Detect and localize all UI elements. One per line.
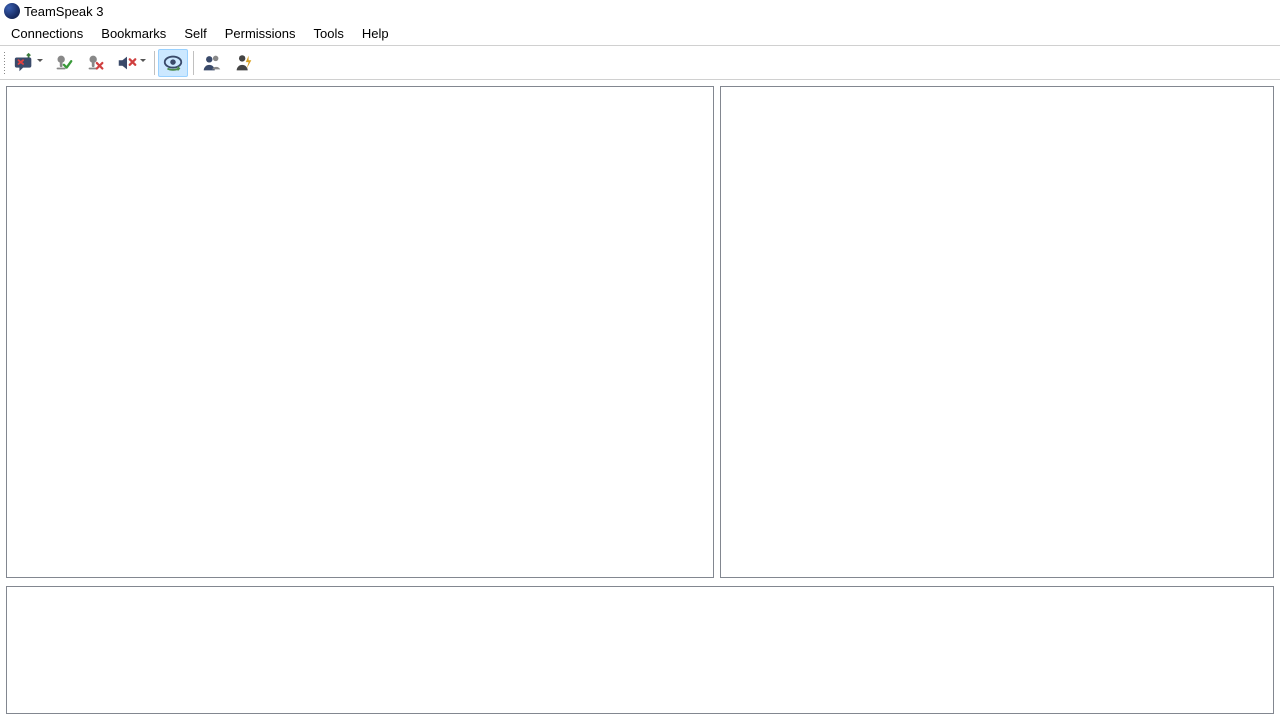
mute-speakers-dropdown[interactable] <box>112 49 149 77</box>
chevron-down-icon <box>140 59 147 66</box>
bottom-area <box>0 578 1280 720</box>
toolbar-separator <box>193 51 194 75</box>
menu-tools[interactable]: Tools <box>305 23 353 44</box>
mute-microphone-button[interactable] <box>48 49 78 77</box>
window-title: TeamSpeak 3 <box>24 4 104 19</box>
away-status-dropdown[interactable] <box>9 49 46 77</box>
away-bubble-icon <box>13 52 35 74</box>
user-bolt-icon <box>233 52 255 74</box>
toggle-tts-button[interactable] <box>229 49 259 77</box>
eye-refresh-icon <box>162 52 184 74</box>
menu-permissions[interactable]: Permissions <box>216 23 305 44</box>
menu-self[interactable]: Self <box>175 23 215 44</box>
server-tree-panel[interactable] <box>6 86 714 578</box>
mic-check-icon <box>52 52 74 74</box>
menu-help[interactable]: Help <box>353 23 398 44</box>
chat-panel[interactable] <box>6 586 1274 714</box>
contacts-button[interactable] <box>197 49 227 77</box>
menu-bookmarks[interactable]: Bookmarks <box>92 23 175 44</box>
menubar: Connections Bookmarks Self Permissions T… <box>0 22 1280 46</box>
menu-connections[interactable]: Connections <box>2 23 92 44</box>
mute-speakers-button[interactable] <box>80 49 110 77</box>
contacts-icon <box>201 52 223 74</box>
titlebar: TeamSpeak 3 <box>0 0 1280 22</box>
toolbar-separator <box>154 51 155 75</box>
mic-x-icon <box>84 52 106 74</box>
info-panel[interactable] <box>720 86 1274 578</box>
chevron-down-icon <box>37 59 44 66</box>
main-area <box>0 80 1280 578</box>
speaker-x-icon <box>116 52 138 74</box>
toolbar <box>0 46 1280 80</box>
teamspeak-app-icon <box>4 3 20 19</box>
subscribe-all-button[interactable] <box>158 49 188 77</box>
